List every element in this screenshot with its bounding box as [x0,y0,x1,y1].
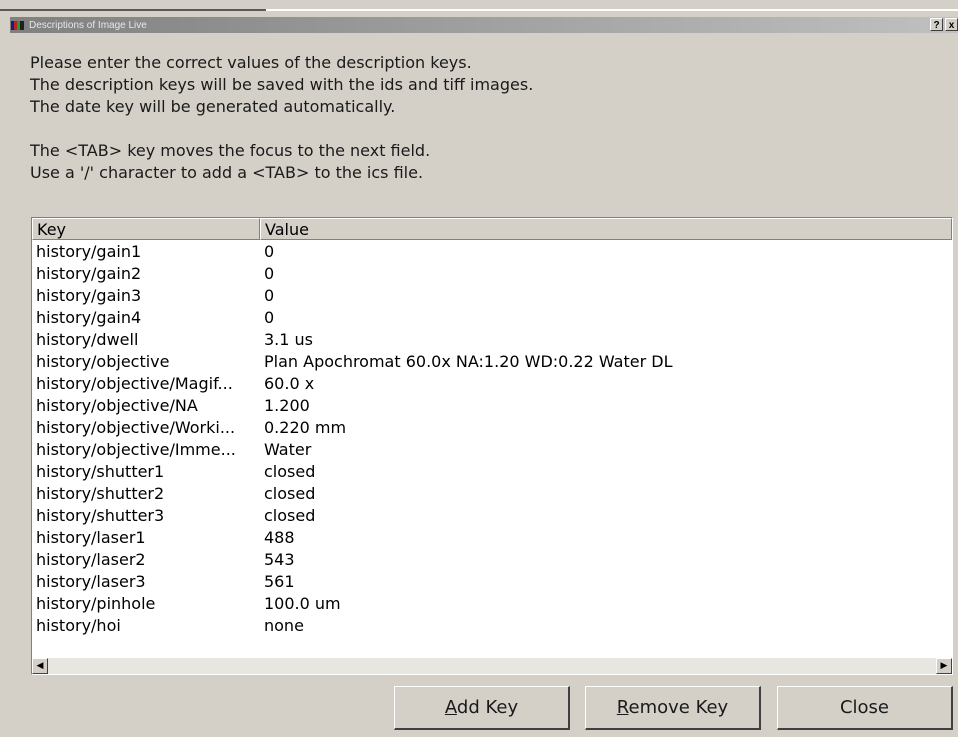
table-row[interactable]: history/objective/Magif... 60.0 x [32,373,952,395]
instruction-line: The date key will be generated automatic… [30,97,396,116]
horizontal-scrollbar[interactable]: ◀ ▶ [32,658,952,674]
table-row[interactable]: history/objective/Imme... Water [32,439,952,461]
key-cell[interactable]: history/shutter1 [32,461,260,483]
key-cell[interactable]: history/gain2 [32,263,260,285]
key-cell[interactable]: history/objective/NA [32,395,260,417]
value-cell[interactable]: 543 [260,549,295,571]
key-cell[interactable]: history/laser1 [32,527,260,549]
value-cell[interactable]: 488 [260,527,295,549]
table-row[interactable]: history/shutter1 closed [32,461,952,483]
value-cell[interactable]: Plan Apochromat 60.0x NA:1.20 WD:0.22 Wa… [260,351,673,373]
list-rows: history/gain1 0 history/gain2 0 history/gain… [32,241,952,637]
key-cell[interactable]: history/objective/Worki... [32,417,260,439]
value-cell[interactable]: 0 [260,285,274,307]
instruction-line: Use a '/' character to add a <TAB> to th… [30,163,424,182]
value-cell[interactable]: none [260,615,304,637]
instruction-line: The description keys will be saved with … [30,75,534,94]
value-cell[interactable]: 3.1 us [260,329,313,351]
key-cell[interactable]: history/objective [32,351,260,373]
table-row[interactable]: history/laser2 543 [32,549,952,571]
key-cell[interactable]: history/gain1 [32,241,260,263]
value-cell[interactable]: closed [260,505,315,527]
table-row[interactable]: history/objective/NA 1.200 [32,395,952,417]
key-cell[interactable]: history/shutter2 [32,483,260,505]
list-header: Key Value [32,218,952,240]
key-cell[interactable]: history/hoi [32,615,260,637]
table-row[interactable]: history/laser1 488 [32,527,952,549]
key-cell[interactable]: history/gain3 [32,285,260,307]
description-keys-list[interactable]: Key Value history/gain1 0 history/gain2 0 hi… [31,217,953,675]
table-row[interactable]: history/shutter3 closed [32,505,952,527]
table-row[interactable]: history/shutter2 closed [32,483,952,505]
key-cell[interactable]: history/laser3 [32,571,260,593]
remove-key-label: emove Key [628,697,729,718]
value-cell[interactable]: closed [260,461,315,483]
key-cell[interactable]: history/shutter3 [32,505,260,527]
scroll-left-icon[interactable]: ◀ [32,658,48,674]
scroll-right-icon[interactable]: ▶ [936,658,952,674]
table-row[interactable]: history/gain1 0 [32,241,952,263]
key-cell[interactable]: history/objective/Magif... [32,373,260,395]
table-row[interactable]: history/laser3 561 [32,571,952,593]
key-cell[interactable]: history/laser2 [32,549,260,571]
value-cell[interactable]: 60.0 x [260,373,314,395]
remove-key-mnemonic: R [616,697,629,718]
instructions-text: Please enter the correct values of the d… [30,52,930,184]
table-row[interactable]: history/dwell 3.1 us [32,329,952,351]
key-cell[interactable]: history/objective/Imme... [32,439,260,461]
value-cell[interactable]: closed [260,483,315,505]
add-key-button[interactable]: Add Key [394,686,570,730]
table-row[interactable]: history/gain4 0 [32,307,952,329]
add-key-mnemonic: A [444,697,457,718]
close-button[interactable]: Close [777,686,953,730]
table-row[interactable]: history/objective/Worki... 0.220 mm [32,417,952,439]
key-cell[interactable]: history/gain4 [32,307,260,329]
table-row[interactable]: history/objective Plan Apochromat 60.0x N… [32,351,952,373]
close-window-button[interactable]: x [945,18,958,31]
instruction-line: The <TAB> key moves the focus to the nex… [30,141,431,160]
add-key-label: dd Key [456,697,519,718]
instruction-line: Please enter the correct values of the d… [30,53,472,72]
window-title: Descriptions of Image Live [29,19,147,31]
value-cell[interactable]: 0 [260,307,274,329]
value-cell[interactable]: 1.200 [260,395,310,417]
help-button[interactable]: ? [930,18,943,31]
key-cell[interactable]: history/pinhole [32,593,260,615]
value-cell[interactable]: 100.0 um [260,593,341,615]
value-cell[interactable]: 0.220 mm [260,417,346,439]
key-cell[interactable]: history/dwell [32,329,260,351]
table-row[interactable]: history/gain3 0 [32,285,952,307]
value-cell[interactable]: Water [260,439,311,461]
value-cell[interactable]: 0 [260,263,274,285]
table-row[interactable]: history/hoi none [32,615,952,637]
value-cell[interactable]: 0 [260,241,274,263]
table-row[interactable]: history/gain2 0 [32,263,952,285]
value-cell[interactable]: 561 [260,571,295,593]
background-window-edge [0,0,958,12]
title-bar[interactable]: Descriptions of Image Live ? x [10,17,958,33]
column-header-value[interactable]: Value [260,218,952,240]
table-row[interactable]: history/pinhole 100.0 um [32,593,952,615]
remove-key-button[interactable]: Remove Key [585,686,761,730]
column-header-key[interactable]: Key [32,218,260,240]
app-icon [11,19,25,31]
